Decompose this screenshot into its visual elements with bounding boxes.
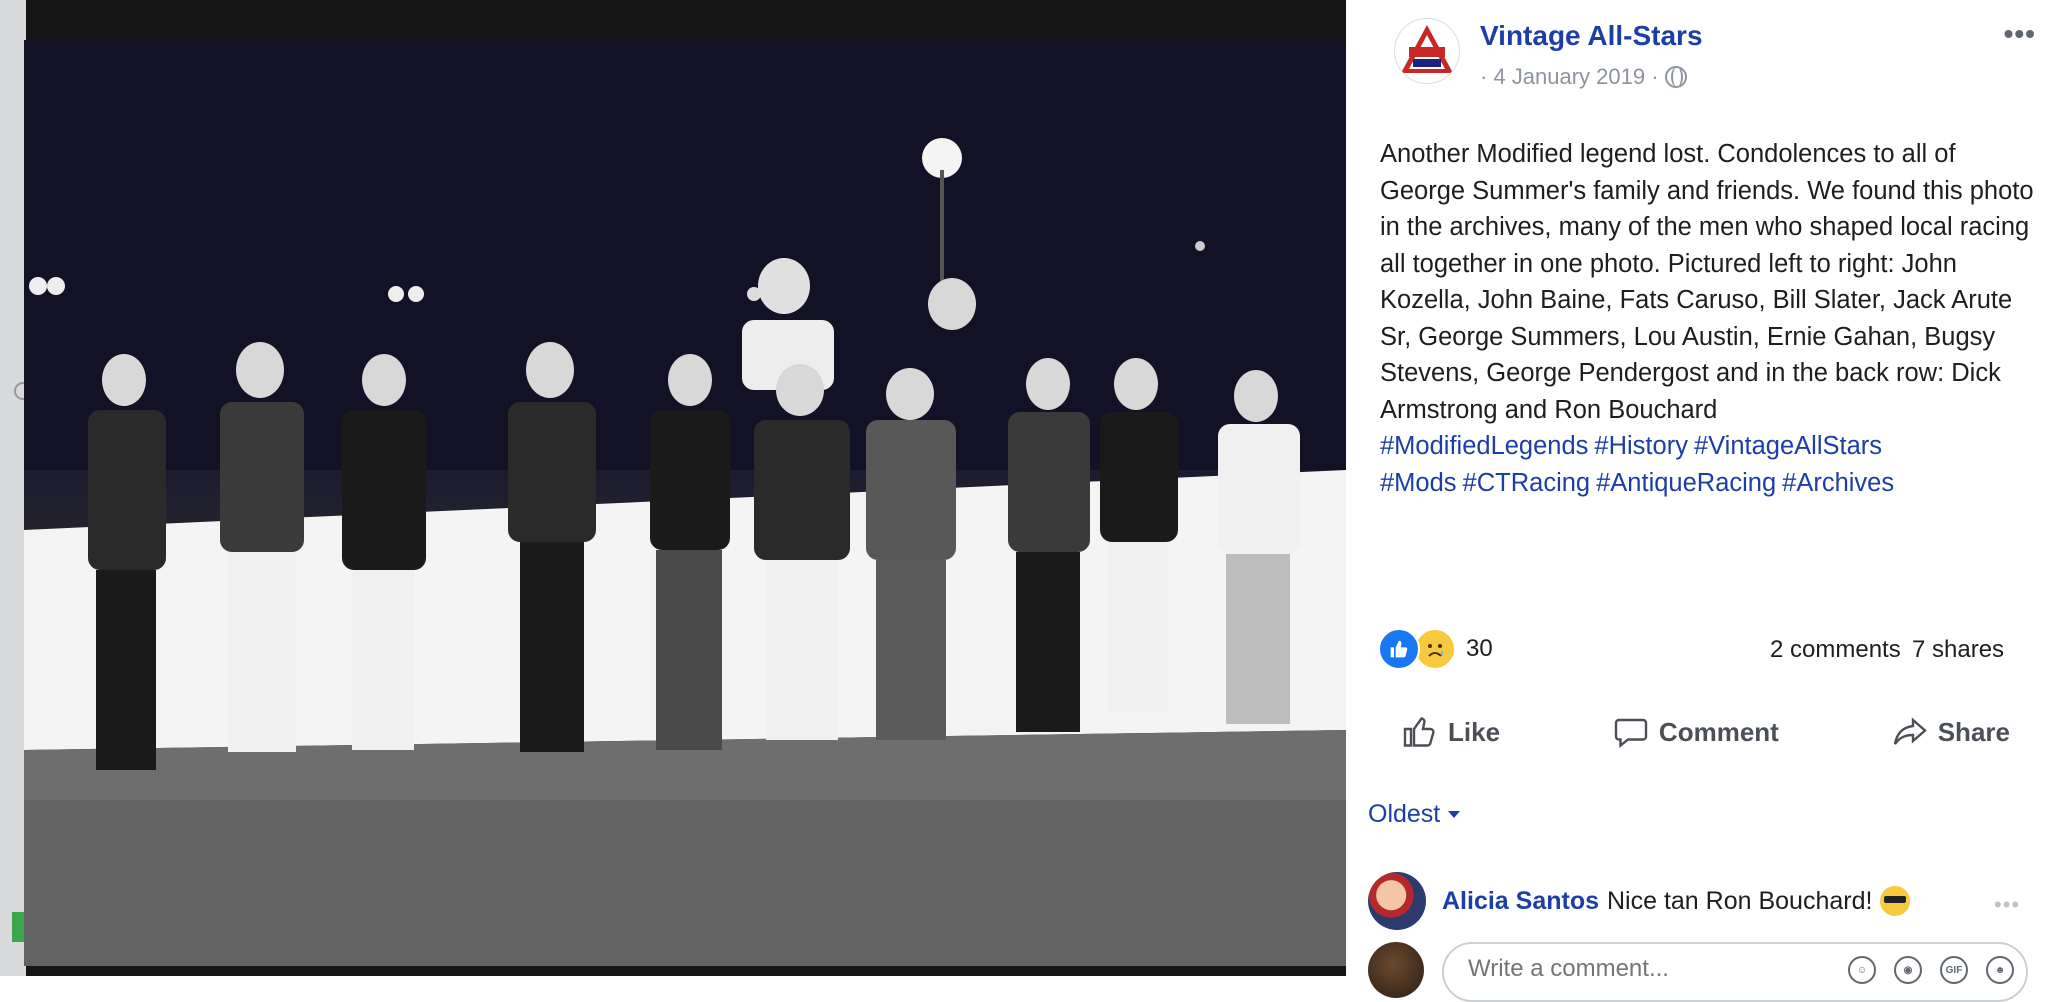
background-green-element (12, 912, 24, 942)
post-text: Another Modified legend lost. Condolence… (1380, 140, 2034, 424)
comment-sort-dropdown[interactable]: Oldest (1368, 800, 1461, 829)
sad-icon (1414, 628, 1456, 670)
speech-bubble-icon (1614, 718, 1648, 748)
share-arrow-icon (1893, 717, 1927, 745)
sort-label: Oldest (1368, 800, 1441, 828)
post-photo[interactable] (24, 40, 1346, 966)
comment-author[interactable]: Alicia Santos (1442, 887, 1599, 916)
comment-button-label: Comment (1658, 716, 1779, 747)
comment-input[interactable] (1466, 954, 1770, 984)
emoji-icon[interactable]: ☺ (1848, 956, 1876, 984)
hashtag-list: #ModifiedLegends #History #VintageAllStars… (1380, 428, 2036, 501)
gif-icon[interactable]: GIF (1940, 956, 1968, 984)
hashtag-link[interactable]: #ModifiedLegends (1380, 432, 1588, 460)
hashtag-link[interactable]: #VintageAllStars (1694, 432, 1882, 460)
comment-composer: ☺ ◉ GIF ☻ (1368, 942, 2028, 1002)
chevron-down-icon (1448, 811, 1461, 818)
post-body: Another Modified legend lost. Condolence… (1380, 136, 2036, 501)
shares-count-link[interactable]: 7 shares (1912, 636, 2004, 664)
like-button-label: Like (1448, 716, 1501, 747)
commenter-avatar[interactable] (1368, 872, 1426, 930)
share-button[interactable]: Share (1862, 708, 2040, 756)
hashtag-link[interactable]: #History (1594, 432, 1688, 460)
share-button-label: Share (1937, 716, 2010, 747)
hashtag-link[interactable]: #Mods (1380, 469, 1457, 497)
composer-icon-group: ☺ ◉ GIF ☻ (1848, 956, 2014, 984)
sunglasses-emoji-icon (1880, 886, 1911, 916)
vintage-all-stars-logo-icon (1401, 25, 1453, 73)
sticker-icon[interactable]: ☻ (1986, 956, 2014, 984)
photo-illustration (24, 40, 1346, 966)
page-name-link[interactable]: Vintage All-Stars (1480, 20, 1703, 52)
background-page-strip (0, 0, 32, 976)
hashtag-link[interactable]: #AntiqueRacing (1596, 469, 1776, 497)
comment-input-box[interactable]: ☺ ◉ GIF ☻ (1442, 942, 2028, 1002)
reaction-summary[interactable]: 30 (1378, 628, 1493, 670)
comment-text: Nice tan Ron Bouchard! (1607, 886, 1873, 915)
comment-options-icon[interactable]: ••• (1994, 892, 2020, 918)
comments-count-link[interactable]: 2 comments (1770, 636, 1901, 664)
like-button[interactable]: Like (1372, 708, 1530, 756)
post-date[interactable]: · 4 January 2019 · (1480, 64, 1659, 90)
post-panel: Vintage All-Stars ••• · 4 January 2019 ·… (1346, 0, 2064, 1002)
comment-button[interactable]: Comment (1583, 708, 1809, 756)
globe-icon (1664, 66, 1687, 88)
post-action-bar: Like Comment Share (1372, 708, 2040, 756)
current-user-avatar (1368, 942, 1424, 998)
hashtag-link[interactable]: #Archives (1782, 469, 1894, 497)
more-options-icon[interactable]: ••• (2004, 18, 2036, 50)
comment-item: Alicia Santos Nice tan Ron Bouchard! ••• (1368, 872, 2019, 930)
reaction-count: 30 (1466, 635, 1493, 662)
hashtag-link[interactable]: #CTRacing (1463, 469, 1591, 497)
page-avatar[interactable] (1394, 18, 1460, 84)
camera-icon[interactable]: ◉ (1894, 956, 1922, 984)
like-icon (1378, 628, 1420, 670)
post-meta: · 4 January 2019 · (1480, 64, 1687, 90)
thumbs-up-icon (1403, 717, 1435, 747)
